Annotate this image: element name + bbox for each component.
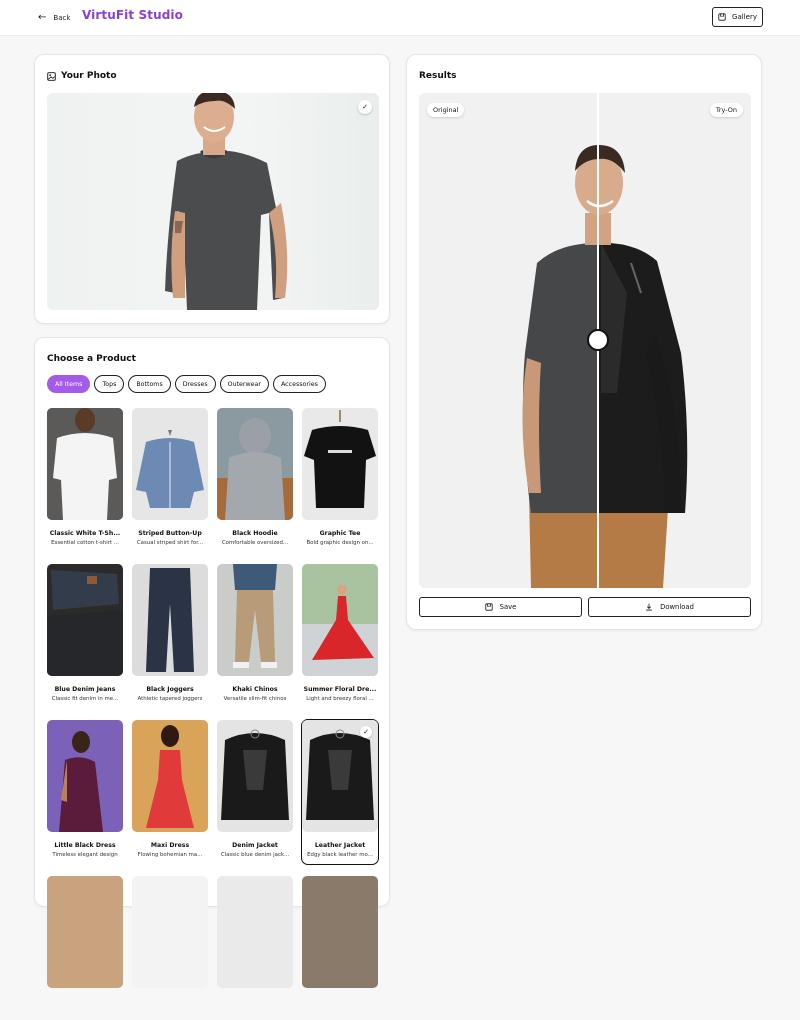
choose-product-title: Choose a Product — [47, 354, 136, 364]
selected-check-icon: ✓ — [360, 726, 372, 738]
product-image — [132, 564, 208, 676]
filter-bottoms[interactable]: Bottoms — [128, 375, 171, 393]
gallery-icon — [718, 13, 726, 21]
product-description: Athletic tapered joggers — [137, 696, 203, 702]
arrow-left-icon: ← — [38, 12, 47, 23]
product-image — [47, 876, 123, 988]
download-icon — [646, 603, 652, 611]
product-image — [217, 564, 293, 676]
product-card[interactable]: Black Joggers Athletic tapered joggers — [132, 564, 208, 708]
filter-dresses[interactable]: Dresses — [174, 375, 216, 393]
filter-all-items[interactable]: All Items — [47, 375, 91, 393]
product-name: Black Hoodie — [232, 530, 278, 537]
filter-outerwear[interactable]: Outerwear — [219, 375, 269, 393]
product-card[interactable]: Summer Floral Dre... Light and breezy fl… — [302, 564, 378, 708]
user-photo[interactable]: ✓ — [47, 93, 379, 310]
tryon-tag: Try-On — [709, 103, 743, 117]
back-label: Back — [53, 14, 71, 22]
category-filters: All Items Tops Bottoms Dresses Outerwear… — [47, 375, 326, 393]
brand-title: VirtuFit Studio — [82, 8, 183, 22]
product-description: Timeless elegant design — [52, 852, 118, 858]
product-name: Classic White T-Sh... — [49, 530, 121, 537]
product-name: Blue Denim Jeans — [54, 686, 116, 693]
photo-selected-check-icon: ✓ — [358, 100, 372, 114]
product-card[interactable]: Khaki Chinos Versatile slim-fit chinos — [217, 564, 293, 708]
product-card[interactable] — [302, 876, 378, 1020]
product-image — [47, 720, 123, 832]
product-image — [47, 564, 123, 676]
product-description: Comfortable oversized... — [221, 540, 289, 546]
filter-tops[interactable]: Tops — [94, 375, 125, 393]
product-description: Light and breezy floral ... — [306, 696, 374, 702]
your-photo-title: Your Photo — [61, 71, 117, 81]
your-photo-card: Your Photo ✓ — [34, 54, 390, 324]
product-card[interactable]: Classic White T-Sh... Essential cotton t… — [47, 408, 123, 552]
product-card[interactable]: Blue Denim Jeans Classic fit denim in me… — [47, 564, 123, 708]
back-button[interactable]: ← Back — [38, 11, 70, 25]
product-image — [217, 408, 293, 520]
product-card[interactable]: Little Black Dress Timeless elegant desi… — [47, 720, 123, 864]
product-card[interactable] — [217, 876, 293, 1020]
comparison-slider-handle[interactable] — [587, 329, 609, 351]
product-image — [217, 876, 293, 988]
product-name: Leather Jacket — [314, 842, 366, 849]
product-description: Versatile slim-fit chinos — [223, 696, 287, 702]
product-description: Classic blue denim jack... — [220, 852, 290, 858]
download-button[interactable]: Download — [588, 597, 751, 617]
your-photo-heading: Your Photo — [47, 71, 117, 81]
product-card[interactable]: Denim Jacket Classic blue denim jack... — [217, 720, 293, 864]
product-image — [132, 408, 208, 520]
product-card[interactable]: Graphic Tee Bold graphic design on... — [302, 408, 378, 552]
product-description: Casual striped shirt for... — [136, 540, 204, 546]
product-image — [302, 876, 378, 988]
choose-product-card: Choose a Product All Items Tops Bottoms … — [34, 337, 390, 988]
save-icon — [485, 603, 493, 611]
product-card[interactable] — [47, 876, 123, 1020]
product-image — [132, 876, 208, 988]
product-image: ✓ — [302, 720, 378, 832]
product-image — [302, 408, 378, 520]
product-name: Summer Floral Dre... — [303, 686, 377, 693]
results-title: Results — [419, 71, 457, 81]
product-name: Graphic Tee — [319, 530, 361, 537]
save-label: Save — [499, 603, 517, 611]
user-photo-image — [165, 93, 288, 310]
product-description: Classic fit denim in me... — [51, 696, 119, 702]
product-description: Edgy black leather mo... — [307, 852, 373, 858]
comparison-viewer[interactable]: Original Try-On — [419, 93, 751, 588]
top-bar: ← Back VirtuFit Studio Gallery — [0, 0, 800, 36]
product-description: Flowing bohemian ma... — [137, 852, 203, 858]
product-card[interactable]: Black Hoodie Comfortable oversized... — [217, 408, 293, 552]
save-button[interactable]: Save — [419, 597, 582, 617]
gallery-label: Gallery — [732, 13, 757, 21]
original-tag: Original — [427, 103, 465, 117]
filter-accessories[interactable]: Accessories — [272, 375, 326, 393]
product-description: Bold graphic design on... — [306, 540, 374, 546]
result-image — [419, 93, 751, 588]
product-image — [217, 720, 293, 832]
image-icon — [47, 71, 56, 81]
product-card[interactable]: Maxi Dress Flowing bohemian ma... — [132, 720, 208, 864]
product-image — [132, 720, 208, 832]
product-image — [47, 408, 123, 520]
results-card: Results Original Try-On Save Download — [406, 54, 762, 630]
download-label: Download — [660, 603, 694, 611]
product-name: Maxi Dress — [150, 842, 190, 849]
product-image — [302, 564, 378, 676]
product-card[interactable] — [132, 876, 208, 1020]
product-name: Little Black Dress — [54, 842, 116, 849]
product-card-selected[interactable]: ✓ Leather Jacket Edgy black leather mo..… — [301, 719, 379, 865]
product-name: Khaki Chinos — [232, 686, 278, 693]
product-card[interactable]: Striped Button-Up Casual striped shirt f… — [132, 408, 208, 552]
gallery-button[interactable]: Gallery — [712, 7, 763, 27]
product-name: Denim Jacket — [232, 842, 278, 849]
product-grid: Classic White T-Sh... Essential cotton t… — [47, 408, 380, 1020]
product-name: Striped Button-Up — [138, 530, 202, 537]
product-description: Essential cotton t-shirt ... — [51, 540, 119, 546]
product-name: Black Joggers — [146, 686, 194, 693]
